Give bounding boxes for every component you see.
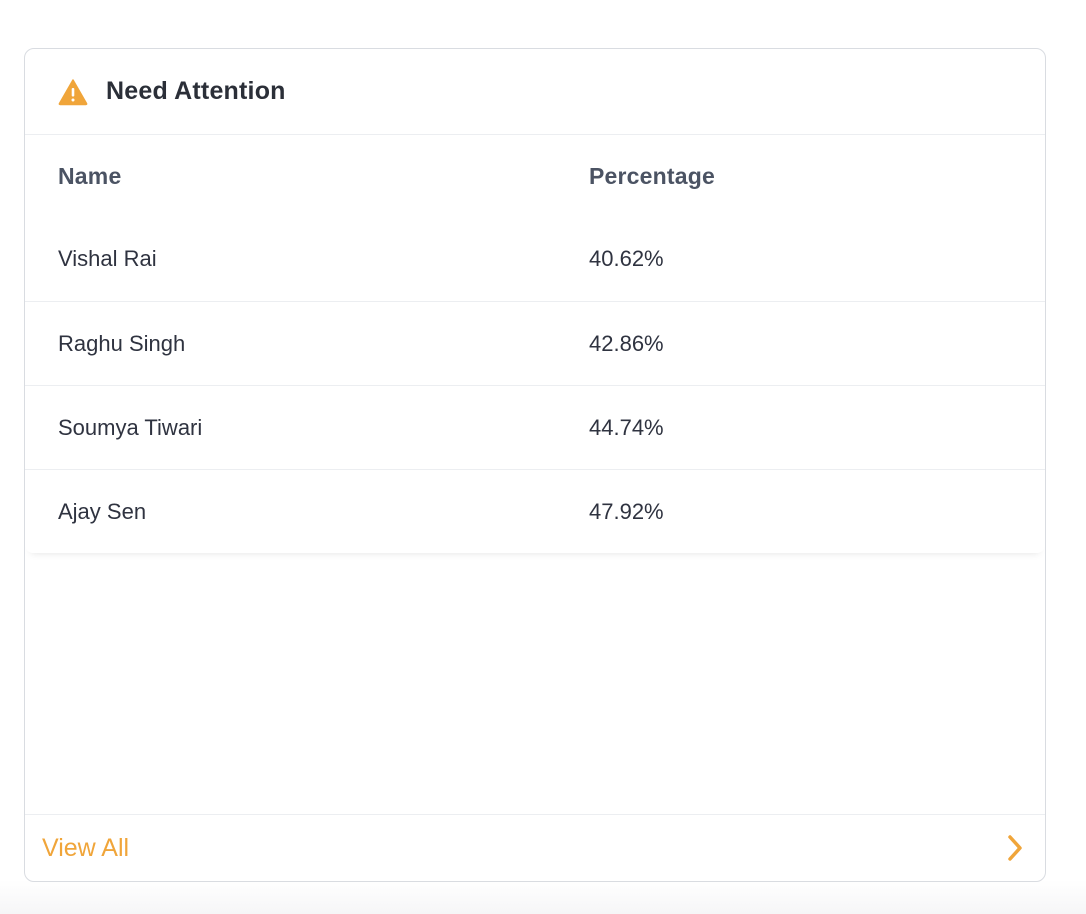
row-name-cell: Vishal Rai [58, 246, 157, 271]
card-title: Need Attention [106, 77, 286, 105]
row-percentage-cell: 42.86% [589, 330, 664, 356]
table-row: Ajay Sen 47.92% [25, 469, 1045, 553]
row-name-cell: Soumya Tiwari [58, 414, 203, 440]
column-header-name: Name [58, 162, 122, 189]
page: Need Attention Name Percentage Vishal Ra… [0, 0, 1086, 914]
row-percentage-cell: 44.74% [589, 414, 664, 440]
column-header-percentage: Percentage [589, 162, 716, 189]
row-name-cell: Raghu Singh [58, 330, 186, 356]
table-row: Raghu Singh 42.86% [25, 301, 1045, 385]
table-row: Soumya Tiwari 44.74% [25, 385, 1045, 469]
table-header-row: Name Percentage [25, 135, 1045, 217]
warning-icon [58, 77, 88, 107]
table-row: Vishal Rai 40.62% [25, 217, 1045, 301]
row-percentage-cell: 40.62% [589, 246, 664, 271]
view-all-footer[interactable]: View All [25, 814, 1045, 881]
view-all-link[interactable]: View All [42, 834, 129, 863]
row-name-cell: Ajay Sen [58, 498, 147, 524]
attention-table: Name Percentage Vishal Rai 40.62% Raghu … [25, 135, 1045, 553]
card-header: Need Attention [25, 49, 1045, 135]
chevron-right-icon[interactable] [1005, 834, 1025, 862]
need-attention-card: Need Attention Name Percentage Vishal Ra… [24, 48, 1046, 882]
row-percentage-cell: 47.92% [589, 498, 664, 524]
